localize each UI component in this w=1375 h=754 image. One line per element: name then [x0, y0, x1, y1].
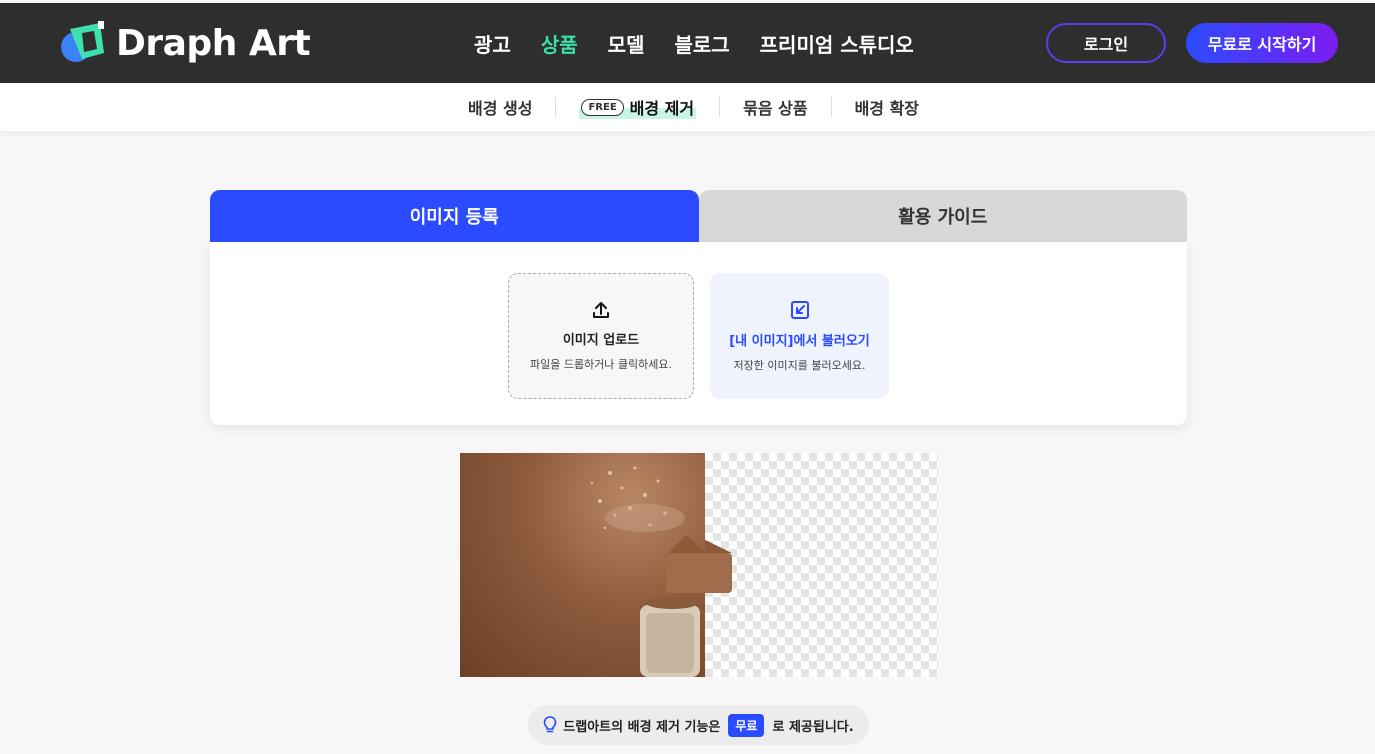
subnav-bg-generate[interactable]: 배경 생성 [468, 95, 532, 119]
divider [719, 97, 721, 117]
subnav-bg-remove-label: 배경 제거 [629, 99, 695, 118]
main-nav: 광고 상품 모델 블로그 프리미엄 스튜디오 [474, 3, 914, 83]
login-button[interactable]: 로그인 [1046, 23, 1166, 63]
background-removal-preview [460, 453, 938, 677]
transparent-background [705, 453, 938, 677]
logo-text: Draph Art [116, 22, 311, 64]
subnav-bundle[interactable]: 묶음 상품 [743, 95, 807, 119]
lightbulb-icon [543, 716, 557, 734]
tab-bar: 이미지 등록 활용 가이드 [210, 190, 1187, 242]
nav-premium-studio[interactable]: 프리미엄 스튜디오 [760, 29, 914, 58]
info-text-after: 로 제공됩니다. [772, 719, 854, 735]
image-upload-dropzone[interactable]: 이미지 업로드 파일을 드롭하거나 클릭하세요. [508, 273, 694, 399]
original-photo [460, 453, 706, 677]
upload-icon [592, 301, 610, 323]
sub-navigation-bar: 배경 생성 FREE 배경 제거 묶음 상품 배경 확장 [0, 83, 1375, 131]
logo[interactable]: Draph Art [60, 19, 311, 67]
sub-nav: 배경 생성 FREE 배경 제거 묶음 상품 배경 확장 [468, 83, 919, 131]
start-free-button[interactable]: 무료로 시작하기 [1186, 23, 1338, 63]
upload-card: 이미지 업로드 파일을 드롭하거나 클릭하세요. [내 이미지]에서 불러오기 … [210, 242, 1187, 425]
tab-image-register[interactable]: 이미지 등록 [210, 190, 699, 242]
nav-model[interactable]: 모델 [608, 29, 645, 58]
upload-subtitle: 파일을 드롭하거나 클릭하세요. [529, 357, 673, 371]
divider [830, 97, 832, 117]
load-subtitle: 저장한 이미지를 불러오세요. [733, 358, 866, 372]
load-my-images-button[interactable]: [내 이미지]에서 불러오기 저장한 이미지를 불러오세요. [710, 273, 889, 399]
nav-product[interactable]: 상품 [541, 29, 578, 58]
nav-blog[interactable]: 블로그 [674, 29, 729, 58]
load-title: [내 이미지]에서 불러오기 [729, 333, 870, 349]
subnav-bg-extend[interactable]: 배경 확장 [855, 95, 919, 119]
top-navigation-bar: Draph Art 광고 상품 모델 블로그 프리미엄 스튜디오 로그인 무료로… [0, 3, 1375, 83]
subnav-bg-remove[interactable]: FREE 배경 제거 [579, 95, 697, 119]
draph-logo-icon [60, 19, 108, 67]
tab-usage-guide[interactable]: 활용 가이드 [698, 190, 1187, 242]
free-badge: FREE [581, 98, 624, 116]
free-badge-inline: 무료 [728, 713, 765, 737]
nav-ad[interactable]: 광고 [474, 29, 511, 58]
import-icon [790, 300, 810, 324]
upload-title: 이미지 업로드 [562, 332, 640, 348]
info-text-before: 드랩아트의 배경 제거 기능은 [563, 719, 721, 735]
divider [555, 97, 557, 117]
free-info-banner: 드랩아트의 배경 제거 기능은 무료 로 제공됩니다. [528, 705, 869, 745]
